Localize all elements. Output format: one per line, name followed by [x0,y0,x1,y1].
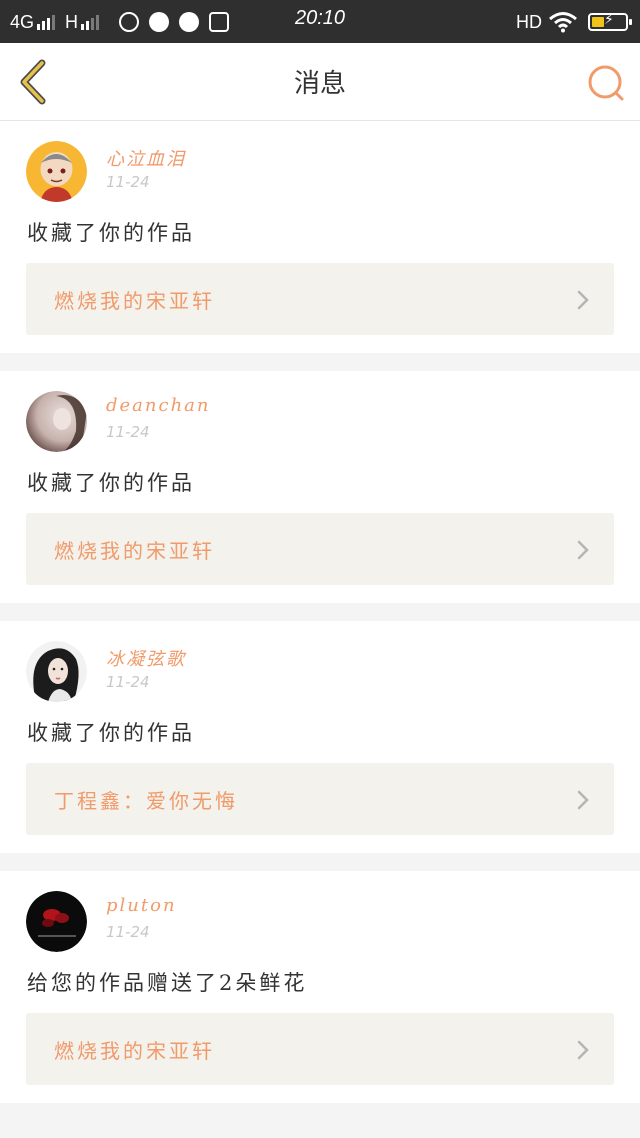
hd-label: HD [516,11,542,32]
wifi-icon [549,12,577,33]
message-action-text: 给您的作品赠送了2朵鲜花 [27,971,308,995]
message-card: 心泣血泪 11-24 收藏了你的作品 燃烧我的宋亚轩 [0,121,640,353]
status-bar: 4G H 20:10 HD ⚡ [0,0,640,43]
avatar[interactable] [26,891,87,952]
work-title: 燃烧我的宋亚轩 [54,1039,215,1063]
message-action-text: 收藏了你的作品 [27,471,195,495]
battery-icon: ⚡ [588,12,632,31]
status-bar-right: HD ⚡ [516,9,632,35]
chevron-right-icon [577,540,589,560]
work-title: 燃烧我的宋亚轩 [54,289,215,313]
message-action-text: 收藏了你的作品 [27,221,195,245]
work-link[interactable]: 燃烧我的宋亚轩 [26,263,614,335]
message-list: 心泣血泪 11-24 收藏了你的作品 燃烧我的宋亚轩 deanchan 11-2… [0,121,640,1121]
work-title: 丁程鑫：爱你无悔 [54,789,238,813]
message-card: 冰凝弦歌 11-24 收藏了你的作品 丁程鑫：爱你无悔 [0,621,640,853]
work-link[interactable]: 燃烧我的宋亚轩 [26,1013,614,1085]
avatar[interactable] [26,141,87,202]
page-title: 消息 [293,69,346,99]
message-date: 11-24 [106,673,150,691]
navigation-header: 消息 [0,43,640,121]
work-link[interactable]: 燃烧我的宋亚轩 [26,513,614,585]
username[interactable]: 冰凝弦歌 [106,645,186,671]
work-link[interactable]: 丁程鑫：爱你无悔 [26,763,614,835]
search-icon[interactable] [586,63,626,103]
message-date: 11-24 [106,173,150,191]
username[interactable]: 心泣血泪 [106,145,186,171]
chevron-right-icon [577,290,589,310]
work-title: 燃烧我的宋亚轩 [54,539,215,563]
avatar[interactable] [26,391,87,452]
message-action-text: 收藏了你的作品 [27,721,195,745]
chevron-right-icon [577,790,589,810]
message-card: pluton 11-24 给您的作品赠送了2朵鲜花 燃烧我的宋亚轩 [0,871,640,1103]
message-card: deanchan 11-24 收藏了你的作品 燃烧我的宋亚轩 [0,371,640,603]
message-date: 11-24 [106,923,150,941]
avatar[interactable] [26,641,87,702]
chevron-right-icon [577,1040,589,1060]
username[interactable]: pluton [106,895,177,916]
username[interactable]: deanchan [106,395,211,416]
message-date: 11-24 [106,423,150,441]
